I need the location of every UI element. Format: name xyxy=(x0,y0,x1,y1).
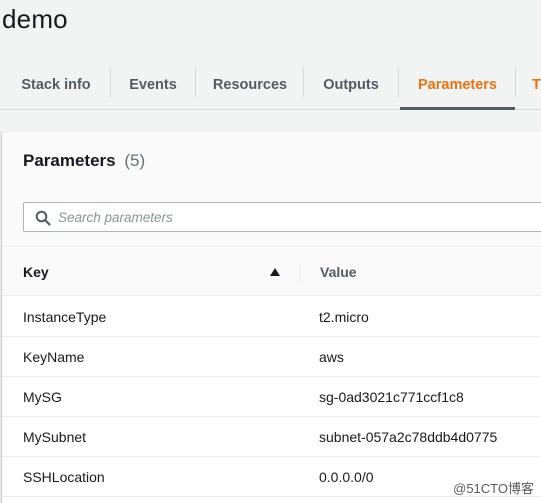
parameter-value: subnet-057a2c78ddb4d0775 xyxy=(319,429,498,445)
search-parameters-field[interactable] xyxy=(23,202,541,232)
column-header-value[interactable]: Value xyxy=(320,264,357,280)
parameter-key: InstanceType xyxy=(23,309,107,325)
tab-divider xyxy=(515,67,516,97)
parameter-key: MySG xyxy=(23,389,62,405)
tab-resources[interactable]: Resources xyxy=(202,62,298,108)
parameters-title: Parameters xyxy=(23,151,116,170)
parameter-key: MySubnet xyxy=(23,429,87,445)
active-tab-indicator xyxy=(400,107,515,110)
parameter-key: SSHLocation xyxy=(23,469,105,485)
parameter-key: KeyName xyxy=(23,349,85,365)
tab-divider xyxy=(110,67,111,97)
parameters-panel: Parameters (5) Key Value InstanceType t2… xyxy=(2,131,541,503)
tab-divider xyxy=(303,67,304,97)
column-header-key[interactable]: Key xyxy=(23,264,49,280)
parameters-count: (5) xyxy=(124,151,146,170)
parameter-value: aws xyxy=(319,349,344,365)
tab-divider xyxy=(398,67,399,97)
watermark-text: @51CTO博客 xyxy=(453,481,534,496)
table-row: InstanceType t2.micro xyxy=(2,297,541,337)
tab-overflow[interactable]: T xyxy=(532,62,541,108)
stack-title: demo xyxy=(2,4,68,34)
watermark: @51CTO博客 xyxy=(453,478,534,497)
tab-parameters[interactable]: Parameters xyxy=(402,62,513,108)
stack-detail-page: demo Stack info Events Resources Outputs… xyxy=(0,0,541,503)
tab-outputs[interactable]: Outputs xyxy=(310,62,392,108)
tab-events[interactable]: Events xyxy=(116,62,190,108)
parameters-table-header: Key Value xyxy=(2,248,541,296)
table-row: MySubnet subnet-057a2c78ddb4d0775 xyxy=(2,417,541,457)
search-input[interactable] xyxy=(58,203,538,231)
search-icon xyxy=(35,210,51,226)
table-row: KeyName aws xyxy=(2,337,541,377)
tab-divider xyxy=(195,67,196,97)
parameter-value: sg-0ad3021c771ccf1c8 xyxy=(319,389,464,405)
column-divider[interactable] xyxy=(300,263,301,283)
parameters-panel-header: Parameters (5) xyxy=(2,132,541,247)
parameter-value: 0.0.0.0/0 xyxy=(319,469,374,485)
parameter-value: t2.micro xyxy=(319,309,369,325)
tab-stack-info[interactable]: Stack info xyxy=(8,62,104,108)
stack-tabs: Stack info Events Resources Outputs Para… xyxy=(0,62,541,110)
sort-ascending-icon[interactable] xyxy=(270,268,280,276)
table-row: MySG sg-0ad3021c771ccf1c8 xyxy=(2,377,541,417)
parameters-heading: Parameters (5) xyxy=(23,151,145,171)
